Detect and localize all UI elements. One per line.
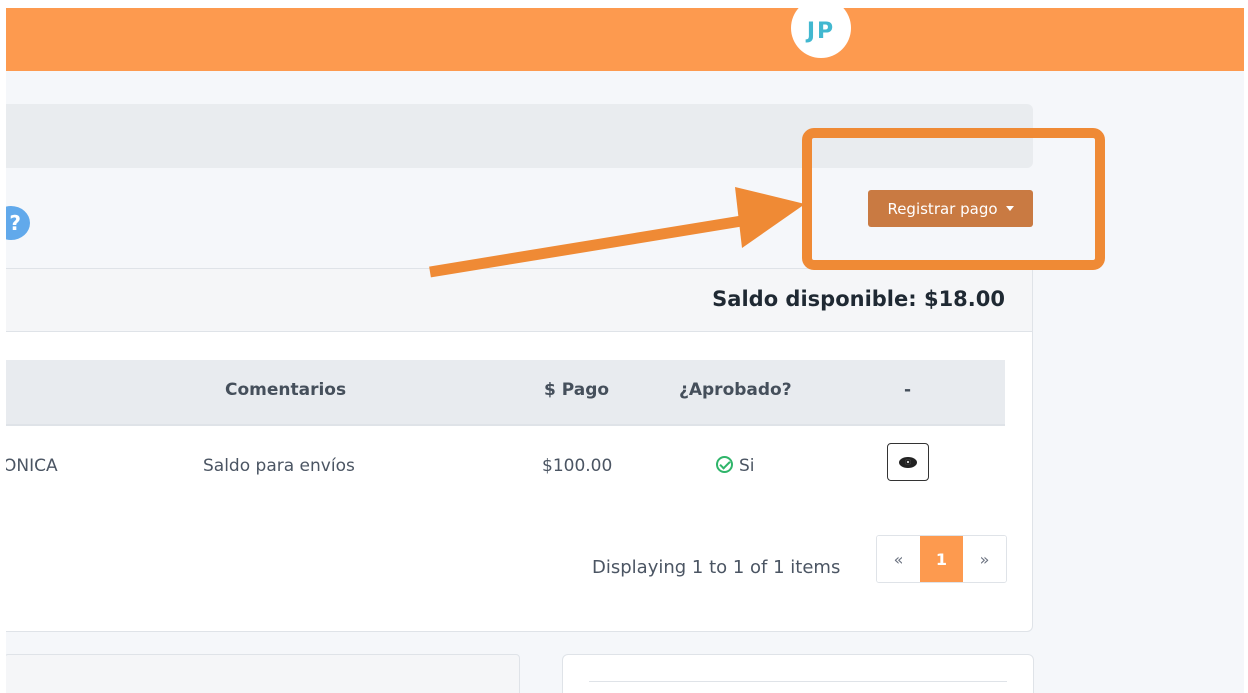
approved-value: Si [739,456,755,476]
user-avatar[interactable]: JP [791,8,851,58]
table-header: Comentarios $ Pago ¿Aprobado? - [6,360,1005,426]
bottom-card-left [6,654,520,693]
top-navbar: JP [6,8,1244,71]
payments-card: Saldo disponible: $18.00 Comentarios $ P… [6,268,1033,632]
column-header-actions: - [904,380,912,400]
column-header-pago[interactable]: $ Pago [544,380,609,400]
cell-aprobado: Si [716,456,755,476]
check-circle-icon [716,456,733,473]
cell-pago: $100.00 [542,456,613,476]
view-button[interactable] [887,443,929,481]
pagination: « 1 » [876,535,1007,583]
cell-partial-first: ONICA [6,456,58,476]
divider [589,681,1007,682]
eye-icon [899,456,917,468]
available-balance: Saldo disponible: $18.00 [712,287,1005,311]
column-header-comentarios[interactable]: Comentarios [225,380,346,400]
cell-comentarios: Saldo para envíos [203,456,355,476]
pagination-prev[interactable]: « [877,536,920,582]
bottom-card-right [562,654,1034,693]
pagination-next[interactable]: » [963,536,1006,582]
annotation-highlight-box [802,128,1105,270]
help-icon[interactable]: ? [6,206,30,240]
column-header-aprobado[interactable]: ¿Aprobado? [679,380,792,400]
page-canvas: JP ? Registrar pago Saldo disponible: $1… [6,8,1244,693]
pagination-page-current[interactable]: 1 [920,536,963,582]
pagination-info: Displaying 1 to 1 of 1 items [592,557,841,578]
card-header: Saldo disponible: $18.00 [6,269,1032,332]
